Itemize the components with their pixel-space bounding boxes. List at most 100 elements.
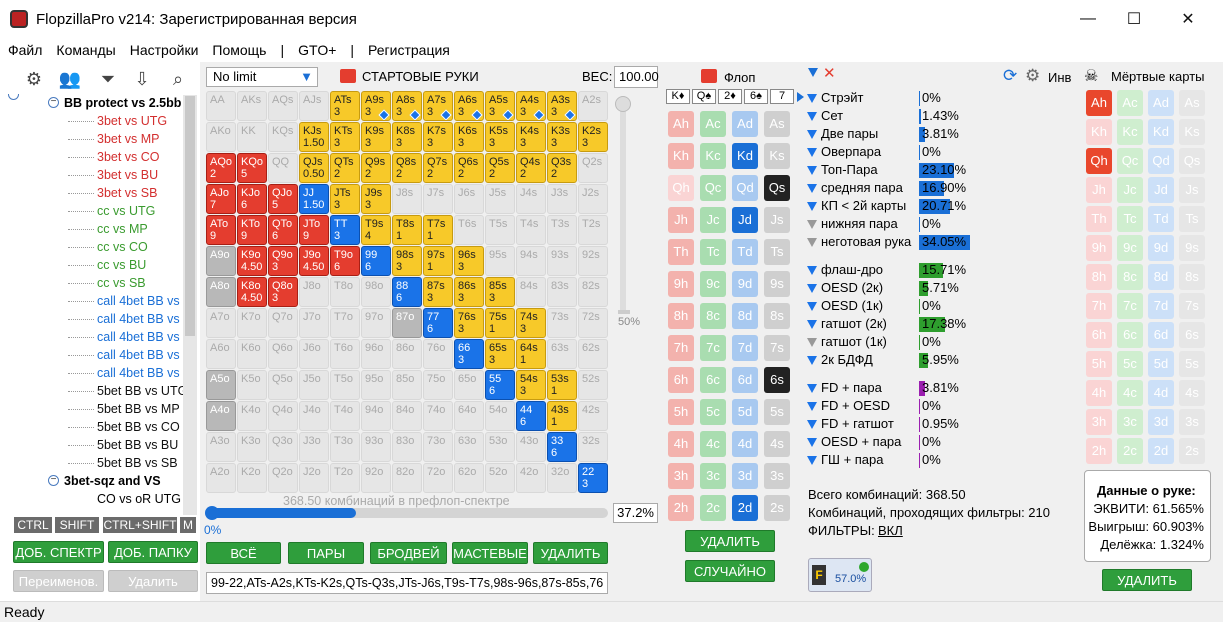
hand-cell-A2s[interactable]: A2s bbox=[578, 91, 608, 121]
filter-icon-header[interactable] bbox=[808, 68, 818, 77]
flop-card-Js[interactable]: Js bbox=[764, 207, 790, 233]
hand-cell-32s[interactable]: 32s bbox=[578, 432, 608, 462]
hand-cell-85o[interactable]: 85o bbox=[392, 370, 422, 400]
delete-dead-button[interactable]: УДАЛИТЬ bbox=[1102, 569, 1192, 591]
stat-row[interactable]: Две пары bbox=[807, 125, 878, 143]
board-card-0[interactable]: K♦ bbox=[666, 89, 690, 104]
hand-cell-J8o[interactable]: J8o bbox=[299, 277, 329, 307]
hand-cell-42o[interactable]: 42o bbox=[516, 463, 546, 493]
dead-card-8h[interactable]: 8h bbox=[1086, 264, 1112, 290]
hand-cell-J3o[interactable]: J3o bbox=[299, 432, 329, 462]
hand-cell-96s[interactable]: 96s 3 bbox=[454, 246, 484, 276]
hand-cell-J3s[interactable]: J3s bbox=[547, 184, 577, 214]
hand-cell-A7s[interactable]: A7s 3 bbox=[423, 91, 453, 121]
hand-cell-73o[interactable]: 73o bbox=[423, 432, 453, 462]
hand-cell-Q2s[interactable]: Q2s bbox=[578, 153, 608, 183]
flop-card-9s[interactable]: 9s bbox=[764, 271, 790, 297]
flop-card-8h[interactable]: 8h bbox=[668, 303, 694, 329]
hand-cell-94s[interactable]: 94s bbox=[516, 246, 546, 276]
add-folder-button[interactable]: ДОБ. ПАПКУ bbox=[108, 541, 198, 563]
hand-cell-K3o[interactable]: K3o bbox=[237, 432, 267, 462]
menu-item-3[interactable]: Помощь bbox=[212, 42, 266, 58]
dead-card-6d[interactable]: 6d bbox=[1148, 322, 1174, 348]
dead-card-Qs[interactable]: Qs bbox=[1179, 148, 1205, 174]
hand-cell-Q6s[interactable]: Q6s 2 bbox=[454, 153, 484, 183]
hand-cell-Q2o[interactable]: Q2o bbox=[268, 463, 298, 493]
hand-cell-A3o[interactable]: A3o bbox=[206, 432, 236, 462]
tree-item[interactable]: cc vs MP bbox=[97, 220, 148, 238]
maximize-button[interactable]: ☐ bbox=[1111, 0, 1157, 38]
flop-card-3d[interactable]: 3d bbox=[732, 463, 758, 489]
hand-cell-97s[interactable]: 97s 1 bbox=[423, 246, 453, 276]
hand-cell-Q9o[interactable]: Q9o 3 bbox=[268, 246, 298, 276]
hand-cell-JJ[interactable]: JJ 1.50 bbox=[299, 184, 329, 214]
dead-card-6h[interactable]: 6h bbox=[1086, 322, 1112, 348]
hand-cell-33[interactable]: 33 6 bbox=[547, 432, 577, 462]
menu-item-0[interactable]: Файл bbox=[8, 42, 42, 58]
hand-cell-94o[interactable]: 94o bbox=[361, 401, 391, 431]
filter-icon[interactable] bbox=[807, 148, 817, 158]
collapse-toggle-icon[interactable]: − bbox=[48, 475, 59, 486]
stat-row[interactable]: FD + OESD bbox=[807, 397, 890, 415]
hand-cell-A9s[interactable]: A9s 3 bbox=[361, 91, 391, 121]
all-button[interactable]: ВСЁ bbox=[206, 542, 281, 564]
hand-cell-T7s[interactable]: T7s 1 bbox=[423, 215, 453, 245]
tree-item[interactable]: call 4bet BB vs M bbox=[97, 310, 194, 328]
dead-card-Jh[interactable]: Jh bbox=[1086, 177, 1112, 203]
hand-cell-J5s[interactable]: J5s bbox=[485, 184, 515, 214]
stat-row[interactable]: ГШ + пара bbox=[807, 451, 884, 469]
hand-cell-K3s[interactable]: K3s 3 bbox=[547, 122, 577, 152]
weight-slider-track[interactable] bbox=[620, 99, 626, 313]
hand-cell-T6o[interactable]: T6o bbox=[330, 339, 360, 369]
stat-row[interactable]: гатшот (2к) bbox=[807, 315, 887, 333]
dead-card-5d[interactable]: 5d bbox=[1148, 351, 1174, 377]
hand-cell-K2o[interactable]: K2o bbox=[237, 463, 267, 493]
filter-icon[interactable] bbox=[807, 438, 817, 448]
hand-cell-K4o[interactable]: K4o bbox=[237, 401, 267, 431]
hand-cell-JTs[interactable]: JTs 3 bbox=[330, 184, 360, 214]
hand-cell-T9s[interactable]: T9s 4 bbox=[361, 215, 391, 245]
board-card-2[interactable]: 2♦ bbox=[718, 89, 742, 104]
hand-cell-74o[interactable]: 74o bbox=[423, 401, 453, 431]
hand-cell-76s[interactable]: 76s 3 bbox=[454, 308, 484, 338]
flop-card-4h[interactable]: 4h bbox=[668, 431, 694, 457]
filter-icon[interactable] bbox=[807, 266, 817, 276]
menu-item-2[interactable]: Настройки bbox=[130, 42, 199, 58]
import-icon[interactable]: ⇩ bbox=[130, 68, 154, 90]
dead-card-6c[interactable]: 6c bbox=[1117, 322, 1143, 348]
tree-item[interactable]: call 4bet BB vs U bbox=[97, 292, 192, 310]
flop-card-Qh[interactable]: Qh bbox=[668, 175, 694, 201]
flop-card-9c[interactable]: 9c bbox=[700, 271, 726, 297]
dead-card-Ac[interactable]: Ac bbox=[1117, 90, 1143, 116]
filter-icon[interactable] bbox=[807, 166, 817, 176]
dead-card-2s[interactable]: 2s bbox=[1179, 438, 1205, 464]
dead-card-7d[interactable]: 7d bbox=[1148, 293, 1174, 319]
hand-cell-87s[interactable]: 87s 3 bbox=[423, 277, 453, 307]
close-button[interactable]: ✕ bbox=[1165, 0, 1211, 38]
flop-card-8c[interactable]: 8c bbox=[700, 303, 726, 329]
hand-cell-KJo[interactable]: KJo 6 bbox=[237, 184, 267, 214]
dead-card-Ks[interactable]: Ks bbox=[1179, 119, 1205, 145]
hand-cell-T3s[interactable]: T3s bbox=[547, 215, 577, 245]
tree-folder[interactable]: 3bet-sqz and VS bbox=[64, 472, 161, 490]
filter-icon[interactable] bbox=[807, 284, 817, 294]
hand-cell-93s[interactable]: 93s bbox=[547, 246, 577, 276]
hand-cell-QTo[interactable]: QTo 6 bbox=[268, 215, 298, 245]
hand-cell-K8o[interactable]: K8o 4.50 bbox=[237, 277, 267, 307]
hand-cell-T8s[interactable]: T8s 1 bbox=[392, 215, 422, 245]
hand-cell-ATs[interactable]: ATs 3 bbox=[330, 91, 360, 121]
hand-cell-K8s[interactable]: K8s 3 bbox=[392, 122, 422, 152]
filter-icon[interactable] bbox=[807, 94, 817, 104]
hand-cell-K7o[interactable]: K7o bbox=[237, 308, 267, 338]
hand-cell-K9s[interactable]: K9s 3 bbox=[361, 122, 391, 152]
flop-card-Ac[interactable]: Ac bbox=[700, 111, 726, 137]
flop-card-3h[interactable]: 3h bbox=[668, 463, 694, 489]
hand-cell-T5s[interactable]: T5s bbox=[485, 215, 515, 245]
range-percent-input[interactable]: 37.2% bbox=[613, 503, 658, 523]
hand-cell-K6o[interactable]: K6o bbox=[237, 339, 267, 369]
hand-cell-AQs[interactable]: AQs bbox=[268, 91, 298, 121]
hand-cell-KJs[interactable]: KJs 1.50 bbox=[299, 122, 329, 152]
hand-cell-J2o[interactable]: J2o bbox=[299, 463, 329, 493]
stat-row[interactable]: средняя пара bbox=[807, 179, 903, 197]
hand-cell-65o[interactable]: 65o bbox=[454, 370, 484, 400]
